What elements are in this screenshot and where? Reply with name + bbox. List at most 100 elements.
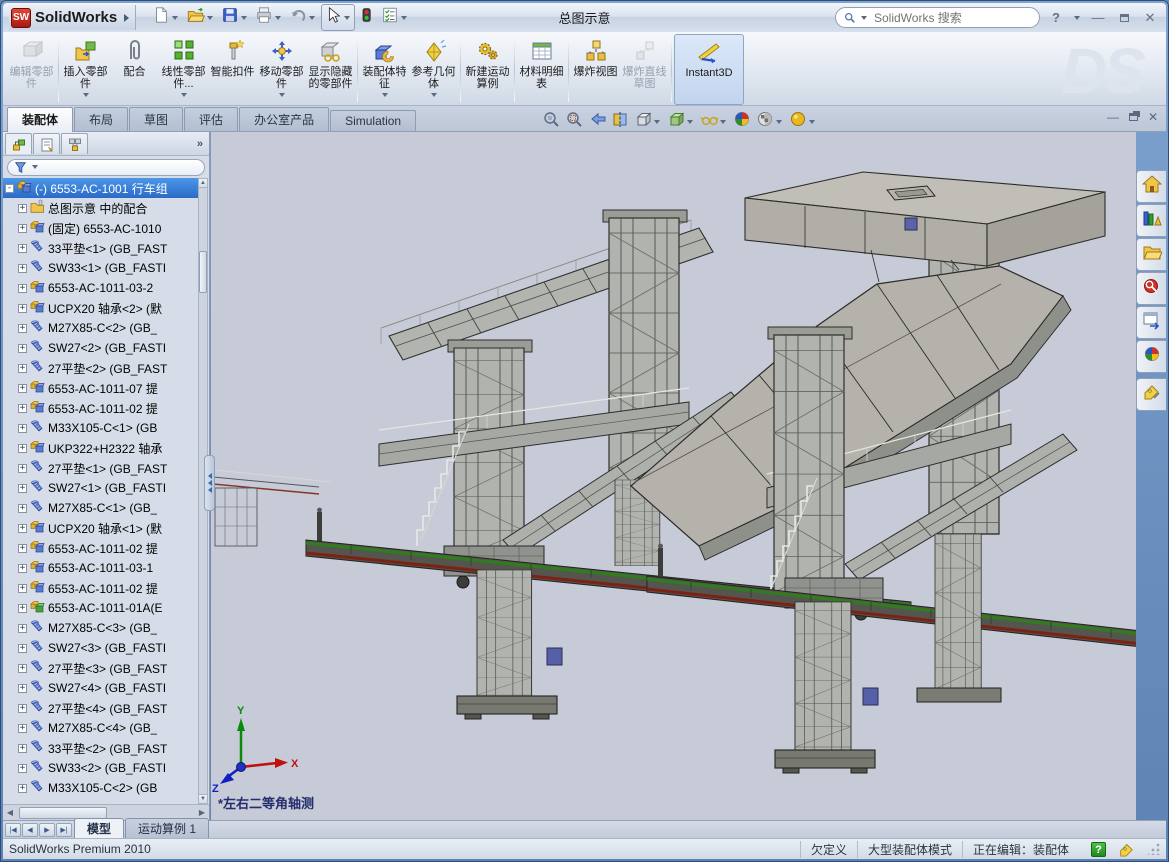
file-explorer-button[interactable]: [1136, 238, 1166, 271]
first-tab-button[interactable]: |◀: [5, 823, 21, 837]
open-button[interactable]: [184, 5, 217, 30]
tree-item[interactable]: +6553-AC-1011-03-1: [3, 558, 198, 578]
apply-scene-button[interactable]: [755, 109, 785, 134]
apply-scene-dropdown-icon[interactable]: [776, 120, 782, 124]
tree-item[interactable]: +6553-AC-1011-02 提: [3, 578, 198, 598]
custom-properties-button[interactable]: [1136, 378, 1166, 411]
reference-geometry-dropdown-icon[interactable]: [431, 93, 437, 97]
expander-icon[interactable]: +: [18, 444, 27, 453]
ribbon-button-motion-study[interactable]: 新建运动算例: [463, 34, 512, 105]
assembly-features-dropdown-icon[interactable]: [382, 93, 388, 97]
3d-model-view[interactable]: Y X Z: [211, 132, 1136, 820]
expander-icon[interactable]: +: [18, 784, 27, 793]
expander-icon[interactable]: +: [18, 484, 27, 493]
hide-show-items-dropdown-icon[interactable]: [720, 120, 726, 124]
rebuild-button[interactable]: [357, 5, 377, 30]
hide-show-items-button[interactable]: [699, 109, 729, 134]
tree-item[interactable]: +SW27<2> (GB_FASTI: [3, 338, 198, 358]
tag-icon[interactable]: [1118, 841, 1134, 857]
tree-item[interactable]: +6553-AC-1011-02 提: [3, 538, 198, 558]
expander-icon[interactable]: +: [18, 464, 27, 473]
panel-splitter-handle[interactable]: [204, 455, 215, 511]
print-button[interactable]: [253, 5, 285, 30]
ribbon-button-instant3d[interactable]: Instant3D: [674, 34, 744, 105]
tree-item[interactable]: +M27X85-C<2> (GB_: [3, 318, 198, 338]
tree-item[interactable]: +M27X85-C<3> (GB_: [3, 618, 198, 638]
save-button[interactable]: [219, 5, 251, 30]
undo-dropdown-icon[interactable]: [309, 16, 315, 20]
tree-item[interactable]: -(-) 6553-AC-1001 行车组: [3, 178, 198, 198]
solidworks-resources-button[interactable]: [1136, 170, 1166, 203]
resize-grip[interactable]: [1148, 843, 1160, 855]
expander-icon[interactable]: +: [18, 344, 27, 353]
tree-item[interactable]: +(固定) 6553-AC-1010: [3, 218, 198, 238]
expander-icon[interactable]: +: [18, 704, 27, 713]
tree-item[interactable]: +UKP322+H2322 轴承: [3, 438, 198, 458]
scroll-down-icon[interactable]: ▼: [199, 794, 207, 803]
tree-item[interactable]: +SW27<3> (GB_FASTI: [3, 638, 198, 658]
expander-icon[interactable]: +: [18, 244, 27, 253]
view-orientation-button[interactable]: [633, 109, 663, 134]
tree-item[interactable]: +6553-AC-1011-02 提: [3, 398, 198, 418]
tree-item[interactable]: +33平垫<2> (GB_FAST: [3, 738, 198, 758]
options-dropdown-icon[interactable]: [401, 16, 407, 20]
move-component-dropdown-icon[interactable]: [279, 93, 285, 97]
ribbon-button-insert-component[interactable]: 插入零部件: [61, 34, 110, 105]
hscroll-thumb[interactable]: [19, 807, 107, 819]
new-document-button[interactable]: [150, 5, 182, 30]
tree-item[interactable]: +M27X85-C<1> (GB_: [3, 498, 198, 518]
appearances-scenes-button[interactable]: [1136, 340, 1166, 373]
configurationmanager-tab[interactable]: [61, 133, 88, 154]
featuremanager-tab[interactable]: [5, 133, 32, 154]
options-button[interactable]: [379, 5, 411, 30]
display-style-button[interactable]: [666, 109, 696, 134]
search-box[interactable]: [835, 7, 1040, 28]
tree-item[interactable]: +UCPX20 轴承<1> (默: [3, 518, 198, 538]
minimize-button[interactable]: —: [1088, 9, 1108, 27]
tree-filter-input[interactable]: [7, 159, 205, 176]
expander-icon[interactable]: +: [18, 604, 27, 613]
edit-appearance-button[interactable]: [732, 109, 752, 134]
view-settings-dropdown-icon[interactable]: [809, 120, 815, 124]
expander-icon[interactable]: +: [18, 424, 27, 433]
expander-icon[interactable]: +: [18, 304, 27, 313]
tree-item[interactable]: +6553-AC-1011-07 提: [3, 378, 198, 398]
expander-icon[interactable]: +: [18, 384, 27, 393]
scroll-up-icon[interactable]: ▲: [199, 179, 207, 188]
tab-装配体[interactable]: 装配体: [7, 107, 73, 132]
tree-item[interactable]: +33平垫<1> (GB_FAST: [3, 238, 198, 258]
ribbon-button-smart-fasteners[interactable]: 智能扣件: [208, 34, 257, 105]
open-dropdown-icon[interactable]: [207, 16, 213, 20]
ribbon-button-assembly-features[interactable]: 装配体特征: [360, 34, 409, 105]
search-button[interactable]: [1136, 272, 1166, 305]
expander-icon[interactable]: +: [18, 264, 27, 273]
doc-minimize-button[interactable]: —: [1107, 110, 1119, 124]
help-button[interactable]: ?: [1046, 9, 1066, 27]
scroll-right-icon[interactable]: ▶: [195, 808, 209, 817]
tree-item[interactable]: +6553-AC-1011-01A(E: [3, 598, 198, 618]
solidworks-menu-button[interactable]: SW SolidWorks: [9, 5, 136, 30]
tree-item[interactable]: +27平垫<4> (GB_FAST: [3, 698, 198, 718]
linear-pattern-dropdown-icon[interactable]: [181, 93, 187, 97]
tree-item[interactable]: +SW33<2> (GB_FASTI: [3, 758, 198, 778]
expander-icon[interactable]: +: [18, 564, 27, 573]
tree-item[interactable]: +M33X105-C<2> (GB: [3, 778, 198, 798]
tree-item[interactable]: +6553-AC-1011-03-2: [3, 278, 198, 298]
ribbon-button-reference-geometry[interactable]: 参考几何体: [409, 34, 458, 105]
tree-item[interactable]: +SW33<1> (GB_FASTI: [3, 258, 198, 278]
expander-icon[interactable]: +: [18, 284, 27, 293]
propertymanager-tab[interactable]: [33, 133, 60, 154]
view-palette-button[interactable]: [1136, 306, 1166, 339]
tree-item[interactable]: +SW27<4> (GB_FASTI: [3, 678, 198, 698]
expander-icon[interactable]: +: [18, 644, 27, 653]
last-tab-button[interactable]: ▶|: [56, 823, 72, 837]
panel-tabs-overflow-button[interactable]: »: [197, 138, 203, 150]
tree-item[interactable]: +总图示意 中的配合: [3, 198, 198, 218]
ribbon-button-bom[interactable]: 材料明细表: [517, 34, 566, 105]
expander-icon[interactable]: +: [18, 524, 27, 533]
tree-item[interactable]: +M33X105-C<1> (GB: [3, 418, 198, 438]
section-view-button[interactable]: [610, 109, 630, 134]
expander-icon[interactable]: +: [18, 724, 27, 733]
expander-icon[interactable]: +: [18, 744, 27, 753]
print-dropdown-icon[interactable]: [275, 16, 281, 20]
